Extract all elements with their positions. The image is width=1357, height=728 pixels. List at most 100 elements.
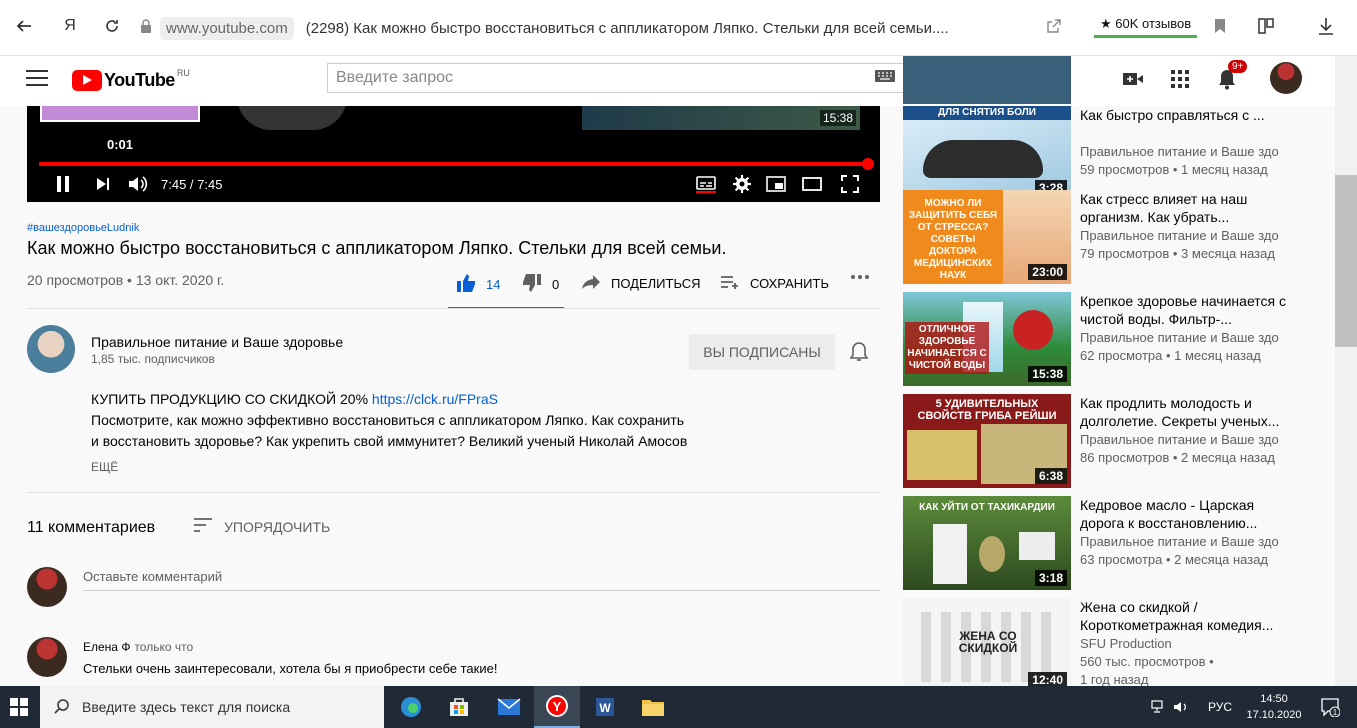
logo-text: YouTube: [104, 69, 175, 90]
video-title: Крепкое здоровье начинается с чистой вод…: [1080, 293, 1286, 327]
video-description: КУПИТЬ ПРОДУКЦИЮ СО СКИДКОЙ 20% https://…: [91, 389, 711, 452]
share-page-icon[interactable]: [1040, 12, 1068, 40]
dislike-button[interactable]: 0: [522, 274, 559, 295]
fullscreen-icon[interactable]: [839, 174, 861, 194]
theater-mode-icon[interactable]: [801, 174, 823, 194]
playlist-add-icon: [720, 274, 740, 293]
edge-icon[interactable]: [388, 686, 434, 728]
address-bar[interactable]: www.youtube.com (2298) Как можно быстро …: [140, 14, 1080, 42]
video-meta: 560 тыс. просмотров •: [1080, 654, 1214, 669]
share-label: ПОДЕЛИТЬСЯ: [611, 276, 701, 291]
show-more-button[interactable]: ЕЩЁ: [91, 460, 118, 474]
language-indicator[interactable]: РУС: [1208, 700, 1232, 714]
svg-text:W: W: [599, 701, 611, 715]
volume-icon[interactable]: [127, 174, 149, 194]
svg-text:Y: Y: [553, 699, 562, 714]
video-channel: SFU Production: [1080, 636, 1172, 651]
recommendation-item[interactable]: ОТЛИЧНОЕ ЗДОРОВЬЕ НАЧИНАЕТСЯ С ЧИСТОЙ ВО…: [903, 292, 1323, 390]
more-actions-icon[interactable]: [850, 274, 870, 280]
address-url: www.youtube.com: [160, 16, 294, 40]
keyboard-icon[interactable]: [875, 69, 895, 87]
pause-icon[interactable]: [53, 174, 73, 194]
search-input[interactable]: Введите запрос: [327, 63, 903, 93]
comment-time[interactable]: только что: [134, 640, 193, 654]
save-button[interactable]: СОХРАНИТЬ: [720, 274, 829, 293]
thumbs-down-icon: [522, 274, 542, 295]
thumbnail-cone: [979, 536, 1005, 572]
progress-scrubber[interactable]: [862, 158, 874, 170]
thumbnail-text: ОТЛИЧНОЕ ЗДОРОВЬЕ НАЧИНАЕТСЯ С ЧИСТОЙ ВО…: [905, 322, 989, 374]
divider: [27, 308, 880, 309]
windows-taskbar: Введите здесь текст для поиска Y W РУС 1…: [0, 686, 1357, 728]
bookmark-icon[interactable]: [1206, 12, 1234, 40]
video-duration: 3:18: [1034, 570, 1067, 586]
yandex-button[interactable]: Я: [56, 12, 84, 40]
comment-count: 11 комментариев: [27, 519, 156, 536]
description-link[interactable]: https://clck.ru/FPraS: [372, 391, 498, 407]
store-icon[interactable]: [436, 686, 482, 728]
thumbnail-art: [907, 430, 977, 480]
channel-name[interactable]: Правильное питание и Ваше здоровье: [91, 334, 343, 350]
comment-author-name[interactable]: Елена Ф: [83, 640, 130, 654]
sort-comments-button[interactable]: УПОРЯДОЧИТЬ: [194, 518, 330, 535]
action-center-icon[interactable]: 1: [1310, 686, 1350, 728]
channel-avatar[interactable]: [27, 325, 75, 373]
time-display: 7:45 / 7:45: [161, 177, 223, 192]
menu-icon[interactable]: [26, 70, 48, 88]
page-scrollbar[interactable]: [1335, 56, 1357, 686]
lock-icon: [140, 19, 152, 37]
reviews-badge[interactable]: ★ 60K отзывов: [1094, 14, 1198, 38]
miniplayer-icon[interactable]: [765, 174, 787, 194]
progress-bar[interactable]: [39, 162, 868, 166]
video-hashtag[interactable]: #вашездоровьеLudnik: [27, 222, 139, 234]
search-box: Введите запрос: [327, 63, 967, 93]
video-title: Жена со скидкой / Короткометражная комед…: [1080, 599, 1274, 633]
clock-date: 17.10.2020: [1246, 709, 1302, 721]
share-arrow-icon: [581, 274, 601, 293]
recommendation-item[interactable]: 5 УДИВИТЕЛЬНЫХ СВОЙСТВ ГРИБА РЕЙШИ 6:38 …: [903, 394, 1323, 492]
description-promo: КУПИТЬ ПРОДУКЦИЮ СО СКИДКОЙ 20%: [91, 391, 372, 407]
thumbnail-text: ЖЕНА СО СКИДКОЙ: [958, 629, 1018, 655]
volume-tray-icon[interactable]: [1170, 686, 1192, 728]
comment-author-avatar[interactable]: [27, 637, 67, 677]
next-icon[interactable]: [93, 174, 113, 194]
thumbnail-text: КАК УЙТИ ОТ ТАХИКАРДИИ: [919, 502, 1055, 513]
settings-gear-icon[interactable]: [731, 174, 753, 194]
yandex-browser-icon[interactable]: Y: [534, 686, 580, 728]
comment-text: Стельки очень заинтересовали, хотела бы …: [83, 661, 498, 676]
scrollbar-thumb[interactable]: [1335, 175, 1357, 347]
subtitles-icon[interactable]: [695, 174, 717, 194]
recommendation-item[interactable]: МОЖНО ЛИ ЗАЩИТИТЬ СЕБЯ ОТ СТРЕССА? СОВЕТ…: [903, 190, 1323, 288]
back-arrow-icon[interactable]: [10, 12, 38, 40]
description-line: и восстановить здоровье? Как укрепить св…: [91, 433, 688, 449]
subscribed-button[interactable]: ВЫ ПОДПИСАНЫ: [689, 334, 835, 370]
thumbnail-text: МОЖНО ЛИ ЗАЩИТИТЬ СЕБЯ ОТ СТРЕССА? СОВЕТ…: [908, 198, 998, 281]
youtube-play-icon: [72, 69, 102, 91]
sort-label: УПОРЯДОЧИТЬ: [224, 518, 331, 535]
collections-icon[interactable]: [1252, 12, 1280, 40]
file-explorer-icon[interactable]: [630, 686, 676, 728]
video-channel: Правильное питание и Ваше здо: [1080, 228, 1279, 243]
network-icon[interactable]: [1148, 686, 1170, 728]
youtube-logo[interactable]: YouTube RU: [72, 68, 190, 92]
thumbnail-text: ДЛЯ СНЯТИЯ БОЛИ: [938, 107, 1036, 118]
video-meta: 79 просмотров • 3 месяца назад: [1080, 246, 1275, 261]
like-button[interactable]: 14: [456, 274, 500, 295]
recommendation-item[interactable]: ЖЕНА СО СКИДКОЙ 12:40 Жена со скидкой / …: [903, 598, 1323, 686]
mail-icon[interactable]: [486, 686, 532, 728]
clock[interactable]: 14:50 17.10.2020: [1244, 691, 1304, 723]
comment-input[interactable]: Оставьте комментарий: [83, 569, 880, 591]
video-channel: Правильное питание и Ваше здо: [1080, 534, 1279, 549]
clock-time: 14:50: [1260, 693, 1288, 705]
windows-start-icon[interactable]: [10, 698, 30, 718]
channel-bell-icon[interactable]: [848, 340, 872, 364]
thumbs-up-icon: [456, 274, 476, 295]
recommendation-item[interactable]: [903, 56, 1323, 108]
taskbar-search[interactable]: Введите здесь текст для поиска: [40, 686, 384, 728]
word-icon[interactable]: W: [582, 686, 628, 728]
reload-icon[interactable]: [98, 12, 126, 40]
thumbnail-filter: [1013, 310, 1053, 350]
download-icon[interactable]: [1312, 12, 1340, 40]
recommendation-item[interactable]: КАК УЙТИ ОТ ТАХИКАРДИИ 3:18 Кедровое мас…: [903, 496, 1323, 594]
share-button[interactable]: ПОДЕЛИТЬСЯ: [581, 274, 700, 293]
